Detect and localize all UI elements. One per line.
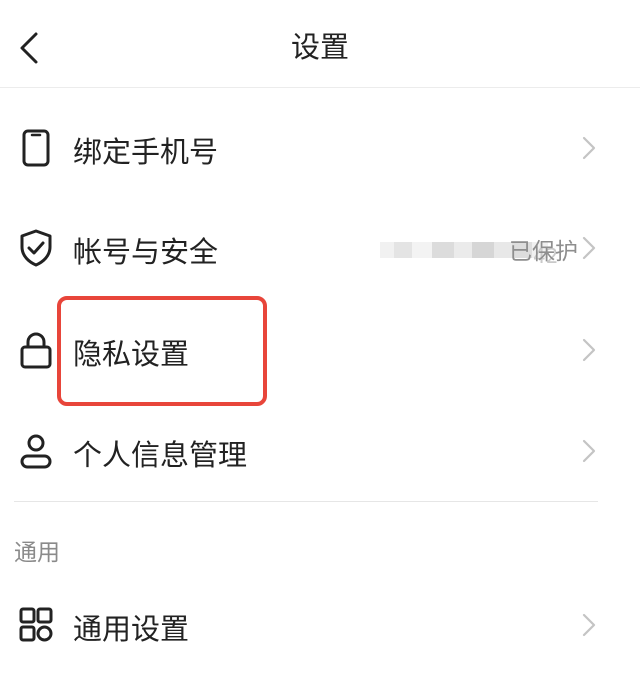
account-security-row[interactable]: 帐号与安全 已保护	[0, 208, 640, 288]
phone-icon	[22, 129, 50, 167]
chevron-right-icon	[582, 439, 596, 463]
personal-info-label: 个人信息管理	[73, 438, 248, 472]
chevron-right-icon	[582, 136, 596, 160]
general-settings-row[interactable]: 通用设置	[0, 585, 640, 665]
personal-info-row[interactable]: 个人信息管理	[0, 411, 640, 491]
privacy-settings-label: 隐私设置	[73, 337, 190, 371]
user-icon	[20, 434, 52, 469]
section-header-general: 通用	[14, 540, 60, 566]
account-security-status: 已保护	[509, 239, 578, 265]
privacy-settings-row[interactable]: 隐私设置	[0, 310, 640, 390]
lock-icon	[20, 332, 52, 369]
general-settings-label: 通用设置	[73, 612, 190, 646]
page-title: 设置	[290, 30, 349, 64]
chevron-right-icon	[582, 338, 596, 362]
chevron-right-icon	[582, 236, 596, 260]
shield-check-icon	[20, 229, 52, 267]
top-nav-bar: 设置	[0, 0, 640, 88]
header-divider	[0, 87, 640, 88]
bind-phone-label: 绑定手机号	[73, 135, 219, 169]
apps-grid-icon	[19, 607, 53, 642]
account-security-label: 帐号与安全	[73, 235, 219, 269]
bind-phone-row[interactable]: 绑定手机号 42	[0, 108, 640, 268]
section-divider	[14, 501, 598, 502]
chevron-right-icon	[582, 613, 596, 637]
